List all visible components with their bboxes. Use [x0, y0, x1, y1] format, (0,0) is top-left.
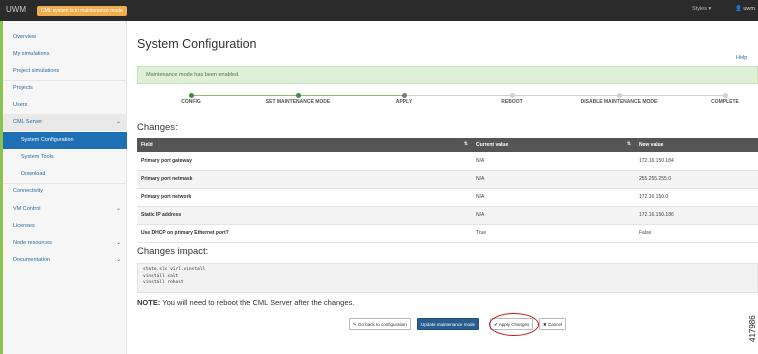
brand-logo[interactable]: UWM	[6, 5, 26, 14]
note-label: NOTE:	[137, 298, 161, 307]
sidebar-item-label: Projects	[13, 85, 33, 91]
column-header-label: Field	[141, 142, 153, 148]
step-label-config: CONFIG	[181, 99, 201, 105]
column-header-current[interactable]: Current value ⇅	[472, 138, 635, 152]
table-row: Static IP address N/A 172.16.150.186	[137, 206, 758, 225]
impact-code-block: state.sls virl.vinstall vinstall salt vi…	[137, 263, 758, 293]
sidebar-item-label: Licenses	[13, 223, 35, 229]
sidebar-item-label: Download	[21, 171, 46, 177]
step-dot-reboot	[510, 93, 515, 98]
sidebar-item-label: VM Control	[13, 206, 41, 212]
help-link[interactable]: Help	[736, 55, 747, 61]
sidebar-item-my-simulations[interactable]: My simulations	[3, 46, 127, 63]
sidebar: Overview My simulations Project simulati…	[3, 21, 127, 354]
chevron-down-icon: ⌄	[115, 206, 121, 212]
step-label-apply: APPLY	[395, 99, 413, 105]
sidebar-item-label: Node resources	[13, 240, 52, 246]
cell-new: 172.16.150.186	[635, 206, 758, 225]
sidebar-item-documentation[interactable]: Documentation ⌄	[3, 252, 127, 269]
sidebar-item-system-configuration[interactable]: System Configuration	[3, 132, 127, 149]
highlight-callout	[489, 313, 539, 336]
sidebar-item-label: Documentation	[13, 257, 50, 263]
sidebar-item-label: Users	[13, 102, 28, 108]
sort-icon[interactable]: ⇅	[627, 141, 631, 147]
step-dot-complete	[723, 93, 728, 98]
note-text: You will need to reboot the CML Server a…	[160, 298, 355, 307]
cell-new: 172.16.150.0	[635, 188, 758, 207]
step-label-set-maintenance: SET MAINTENANCE MODE	[265, 99, 331, 105]
cell-current: True	[472, 224, 635, 243]
cell-field: Primary port netmask	[137, 170, 472, 189]
figure-id: 417986	[748, 315, 757, 342]
maintenance-badge: CML system is in maintenance mode	[37, 6, 127, 16]
sidebar-item-overview[interactable]: Overview	[3, 29, 127, 46]
step-dot-set-maintenance	[296, 93, 301, 98]
maintenance-alert: Maintenance mode has been enabled.	[137, 66, 758, 84]
sidebar-item-label: Overview	[13, 34, 36, 40]
sidebar-item-licenses[interactable]: Licenses	[3, 218, 127, 235]
sidebar-item-system-tools[interactable]: System Tools	[3, 149, 127, 166]
step-dot-apply	[402, 93, 407, 98]
cell-new: False	[635, 224, 758, 243]
reboot-note: NOTE: You will need to reboot the CML Se…	[137, 298, 354, 307]
chevron-down-icon: ⌄	[115, 119, 121, 125]
cell-field: Primary port gateway	[137, 152, 472, 171]
step-label-disable-maintenance: DISABLE MAINTENANCE MODE	[580, 99, 658, 105]
table-row: Primary port netmask N/A 255.255.255.0	[137, 170, 758, 189]
step-dot-disable-maintenance	[617, 93, 622, 98]
changes-impact-heading: Changes impact:	[137, 246, 209, 257]
sidebar-item-connectivity[interactable]: Connectivity	[3, 183, 127, 200]
sort-icon[interactable]: ⇅	[464, 141, 468, 147]
go-back-button[interactable]: ✎ Go back to configuration	[349, 318, 411, 330]
column-header-label: Current value	[476, 142, 509, 148]
sidebar-item-node-resources[interactable]: Node resources ⌄	[3, 235, 127, 252]
sidebar-item-cml-server[interactable]: CML Server ⌄	[3, 114, 127, 131]
user-menu[interactable]: 👤 uwm	[735, 6, 755, 12]
column-header-new[interactable]: New value	[635, 138, 758, 152]
cell-field: Use DHCP on primary Ethernet port?	[137, 224, 472, 243]
changes-heading: Changes:	[137, 122, 178, 133]
step-connector	[404, 95, 725, 96]
changes-table: Field ⇅ Current value ⇅ New value Primary …	[137, 138, 758, 243]
cell-current: N/A	[472, 206, 635, 225]
chevron-down-icon: ⌄	[115, 240, 121, 246]
cell-new: 172.16.150.184	[635, 152, 758, 171]
sidebar-item-project-simulations[interactable]: Project simulations	[3, 63, 127, 80]
cell-current: N/A	[472, 188, 635, 207]
sidebar-item-label: CML Server	[13, 119, 43, 125]
step-label-complete: COMPLETE	[711, 99, 739, 105]
top-navbar: UWM CML system is in maintenance mode St…	[0, 0, 758, 21]
sidebar-item-label: System Configuration	[21, 137, 74, 143]
column-header-field[interactable]: Field ⇅	[137, 138, 472, 152]
table-row: Primary port gateway N/A 172.16.150.184	[137, 152, 758, 171]
chevron-down-icon: ⌄	[115, 257, 121, 263]
sidebar-item-label: Connectivity	[13, 188, 43, 194]
column-header-label: New value	[639, 142, 664, 148]
sidebar-item-label: My simulations	[13, 51, 50, 57]
sidebar-item-label: Project simulations	[13, 68, 60, 74]
step-connector	[191, 95, 298, 96]
sidebar-item-vm-control[interactable]: VM Control ⌄	[3, 201, 127, 218]
step-label-reboot: REBOOT	[501, 99, 523, 105]
sidebar-item-download[interactable]: Download	[3, 166, 127, 183]
step-dot-config	[189, 93, 194, 98]
cell-field: Primary port network	[137, 188, 472, 207]
sidebar-item-projects[interactable]: Projects	[3, 80, 127, 97]
table-header-row: Field ⇅ Current value ⇅ New value	[137, 138, 758, 152]
cancel-button[interactable]: ✖ Cancel	[539, 318, 567, 330]
table-row: Use DHCP on primary Ethernet port? True …	[137, 224, 758, 243]
sidebar-item-users[interactable]: Users	[3, 97, 127, 114]
page-title: System Configuration	[137, 37, 257, 51]
cell-field: Static IP address	[137, 206, 472, 225]
step-connector	[298, 95, 404, 96]
cell-new: 255.255.255.0	[635, 170, 758, 189]
cell-current: N/A	[472, 170, 635, 189]
sidebar-item-label: System Tools	[21, 154, 54, 160]
styles-dropdown[interactable]: Styles ▾	[692, 6, 711, 12]
cell-current: N/A	[472, 152, 635, 171]
impact-line: vinstall rehost	[143, 280, 184, 285]
table-row: Primary port network N/A 172.16.150.0	[137, 188, 758, 207]
update-maintenance-button[interactable]: Update maintenance mode	[417, 318, 480, 330]
